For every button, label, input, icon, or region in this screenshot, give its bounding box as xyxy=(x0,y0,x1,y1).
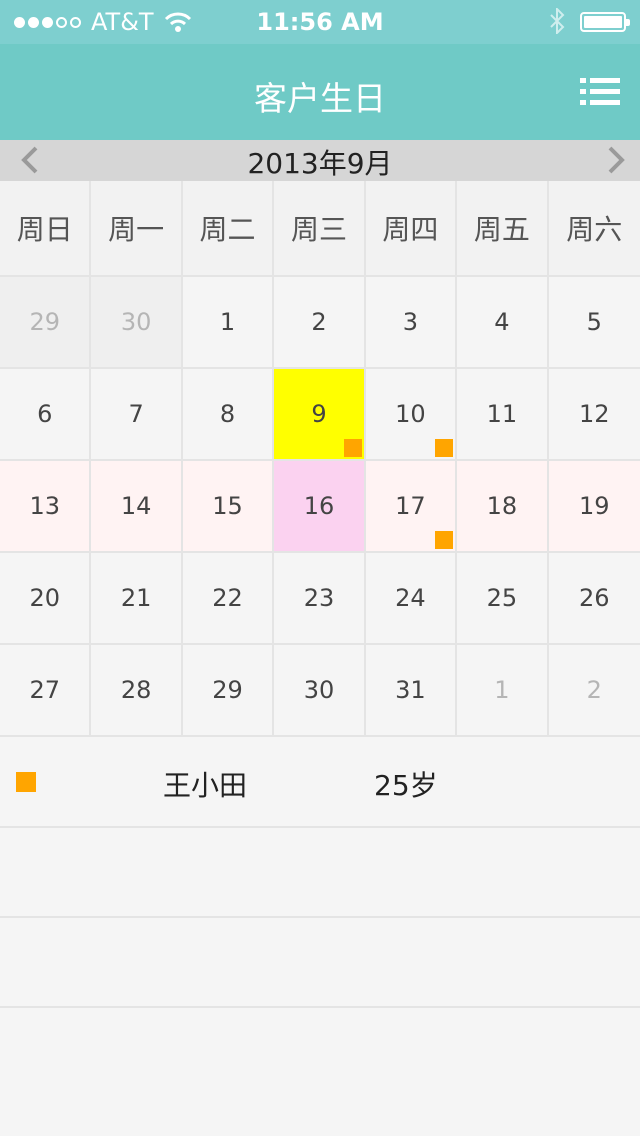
birthday-list: 王小田 25岁 xyxy=(0,738,640,1008)
calendar-day[interactable]: 17 xyxy=(365,461,458,553)
weekday-header: 周四 xyxy=(365,181,458,277)
calendar-day[interactable]: 23 xyxy=(274,553,366,645)
calendar-day[interactable]: 13 xyxy=(0,461,92,553)
calendar-day[interactable]: 22 xyxy=(182,553,275,645)
customer-age: 25岁 xyxy=(374,769,438,802)
calendar-day[interactable]: 27 xyxy=(0,645,92,737)
next-month-arrow-icon[interactable] xyxy=(600,145,630,175)
birthday-marker xyxy=(435,531,454,549)
calendar-day[interactable]: 30 xyxy=(91,277,183,369)
calendar-day[interactable]: 24 xyxy=(365,553,458,645)
calendar-day[interactable]: 29 xyxy=(0,277,92,369)
list-item-empty xyxy=(0,828,640,918)
weekday-header: 周一 xyxy=(91,181,183,277)
calendar-day[interactable]: 21 xyxy=(91,553,183,645)
calendar-day[interactable]: 10 xyxy=(365,369,458,461)
weekday-header: 周五 xyxy=(457,181,549,277)
calendar-day[interactable]: 25 xyxy=(457,553,549,645)
birthday-marker xyxy=(435,439,454,457)
weekday-header: 周三 xyxy=(274,181,366,277)
calendar-day[interactable]: 11 xyxy=(457,369,549,461)
month-bar: 2013年9月 xyxy=(0,140,640,181)
weekday-header: 周日 xyxy=(0,181,92,277)
calendar-day[interactable]: 20 xyxy=(0,553,92,645)
calendar-day[interactable]: 3 xyxy=(365,277,458,369)
page-title: 客户生日 xyxy=(254,79,386,118)
calendar-day[interactable]: 31 xyxy=(365,645,458,737)
calendar-day-selected[interactable]: 9 xyxy=(274,369,366,461)
calendar-day[interactable]: 6 xyxy=(0,369,92,461)
day-number: 10 xyxy=(395,400,426,428)
birthday-marker xyxy=(343,439,362,457)
calendar-day[interactable]: 29 xyxy=(182,645,275,737)
day-number: 9 xyxy=(311,400,327,428)
birthday-marker xyxy=(16,772,36,792)
month-label: 2013年9月 xyxy=(247,147,393,180)
weekday-header: 周二 xyxy=(182,181,275,277)
status-time: 11:56 AM xyxy=(256,8,384,36)
calendar-day[interactable]: 12 xyxy=(548,369,640,461)
calendar-day[interactable]: 18 xyxy=(457,461,549,553)
calendar-day[interactable]: 8 xyxy=(182,369,275,461)
nav-bar: 客户生日 xyxy=(0,44,640,140)
calendar-day[interactable]: 4 xyxy=(457,277,549,369)
battery-icon xyxy=(580,12,630,32)
calendar-day[interactable]: 2 xyxy=(548,645,640,737)
calendar-day[interactable]: 19 xyxy=(548,461,640,553)
calendar-grid: 周日 周一 周二 周三 周四 周五 周六 29 30 1 2 3 4 5 6 7… xyxy=(0,181,640,737)
bluetooth-icon xyxy=(550,8,565,34)
list-item[interactable]: 王小田 25岁 xyxy=(0,738,640,828)
calendar-day[interactable]: 1 xyxy=(457,645,549,737)
customer-name: 王小田 xyxy=(163,769,248,802)
weekday-header: 周六 xyxy=(548,181,640,277)
calendar-day[interactable]: 26 xyxy=(548,553,640,645)
calendar-day[interactable]: 15 xyxy=(182,461,275,553)
day-number: 17 xyxy=(395,492,426,520)
calendar-day[interactable]: 30 xyxy=(274,645,366,737)
status-bar: AT&T 11:56 AM xyxy=(0,0,640,44)
calendar-day[interactable]: 2 xyxy=(274,277,366,369)
calendar-day-today[interactable]: 16 xyxy=(274,461,366,553)
calendar-day[interactable]: 1 xyxy=(182,277,275,369)
list-menu-icon[interactable] xyxy=(580,78,620,106)
calendar-day[interactable]: 7 xyxy=(91,369,183,461)
calendar-day[interactable]: 5 xyxy=(548,277,640,369)
calendar-day[interactable]: 14 xyxy=(91,461,183,553)
list-item-empty xyxy=(0,918,640,1008)
calendar-day[interactable]: 28 xyxy=(91,645,183,737)
